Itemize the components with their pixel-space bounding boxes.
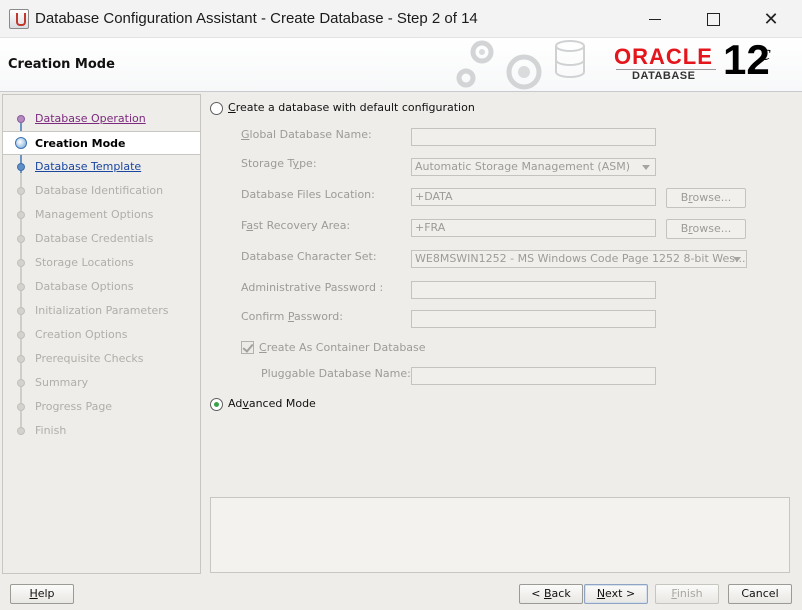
fast-recovery-field[interactable]: +FRA <box>411 219 656 237</box>
page-title: Creation Mode <box>8 57 115 72</box>
advanced-mode-radio[interactable] <box>210 398 223 411</box>
admin-password-label: Administrative Password : <box>241 281 384 294</box>
charset-label: Database Character Set: <box>241 250 377 263</box>
version-suffix: c <box>761 40 771 65</box>
global-db-name-field[interactable] <box>411 128 656 146</box>
next-button[interactable]: Next > <box>584 584 648 604</box>
maximize-button[interactable] <box>684 0 742 38</box>
cancel-button[interactable]: Cancel <box>728 584 792 604</box>
chevron-down-icon <box>642 165 650 170</box>
sidebar-item-database-credentials: Database Credentials <box>35 232 154 245</box>
header-banner: Creation Mode ORACLE DATABASE 12 c <box>0 38 802 92</box>
window-title: Database Configuration Assistant - Creat… <box>35 10 478 27</box>
sidebar-item-storage-locations: Storage Locations <box>35 256 134 269</box>
storage-type-label: Storage Type: <box>241 157 317 170</box>
sidebar-item-creation-options: Creation Options <box>35 328 128 341</box>
storage-type-select[interactable]: Automatic Storage Management (ASM) <box>411 158 656 176</box>
sidebar-item-initialization-parameters: Initialization Parameters <box>35 304 169 317</box>
sidebar-item-prerequisite-checks: Prerequisite Checks <box>35 352 144 365</box>
db-files-location-field[interactable]: +DATA <box>411 188 656 206</box>
pdb-name-label: Pluggable Database Name: <box>261 367 411 380</box>
container-db-checkbox[interactable] <box>241 341 254 354</box>
sidebar-item-progress-page: Progress Page <box>35 400 113 413</box>
advanced-mode-label[interactable]: Advanced Mode <box>228 397 316 410</box>
default-config-radio[interactable] <box>210 102 223 115</box>
container-db-label[interactable]: Create As Container Database <box>259 341 426 354</box>
sidebar-item-database-options: Database Options <box>35 280 134 293</box>
sidebar-item-database-identification: Database Identification <box>35 184 164 197</box>
minimize-button[interactable] <box>626 0 684 38</box>
sidebar-item-database-template[interactable]: Database Template <box>3 155 200 179</box>
oracle-database-label: DATABASE <box>632 70 696 82</box>
oracle-logo: ORACLE <box>614 44 713 69</box>
admin-password-field[interactable] <box>411 281 656 299</box>
default-config-label[interactable]: Create a database with default configura… <box>228 101 475 114</box>
sidebar-item-creation-mode[interactable]: Creation Mode <box>3 131 200 155</box>
browse-db-files-button[interactable]: Browse... <box>666 188 746 208</box>
step-marker-current <box>15 137 27 149</box>
sidebar-item-database-operation[interactable]: Database Operation <box>3 107 200 131</box>
global-db-name-label: Global Database Name: <box>241 128 372 141</box>
step-navigator: Database Operation Creation Mode Databas… <box>2 94 201 574</box>
charset-select[interactable]: WE8MSWIN1252 - MS Windows Code Page 1252… <box>411 250 747 268</box>
main-area: Database Operation Creation Mode Databas… <box>0 92 802 610</box>
back-button[interactable]: < Back <box>519 584 583 604</box>
finish-button[interactable]: Finish <box>655 584 719 604</box>
message-area <box>210 497 790 573</box>
fast-recovery-label: Fast Recovery Area: <box>241 219 351 232</box>
confirm-password-label: Confirm Password: <box>241 310 343 323</box>
sidebar-item-summary: Summary <box>35 376 89 389</box>
pdb-name-field[interactable] <box>411 367 656 385</box>
browse-fra-button[interactable]: Browse... <box>666 219 746 239</box>
sidebar-item-management-options: Management Options <box>35 208 154 221</box>
java-app-icon <box>9 9 29 29</box>
confirm-password-field[interactable] <box>411 310 656 328</box>
sidebar-item-finish: Finish <box>35 424 67 437</box>
content-panel: Create a database with default configura… <box>204 94 798 574</box>
db-files-location-label: Database Files Location: <box>241 188 375 201</box>
chevron-down-icon <box>733 257 741 262</box>
help-button[interactable]: Help <box>10 584 74 604</box>
close-button[interactable]: ✕ <box>742 0 800 38</box>
close-icon: ✕ <box>763 8 779 30</box>
gears-illustration <box>456 40 585 90</box>
title-bar: Database Configuration Assistant - Creat… <box>0 0 802 38</box>
